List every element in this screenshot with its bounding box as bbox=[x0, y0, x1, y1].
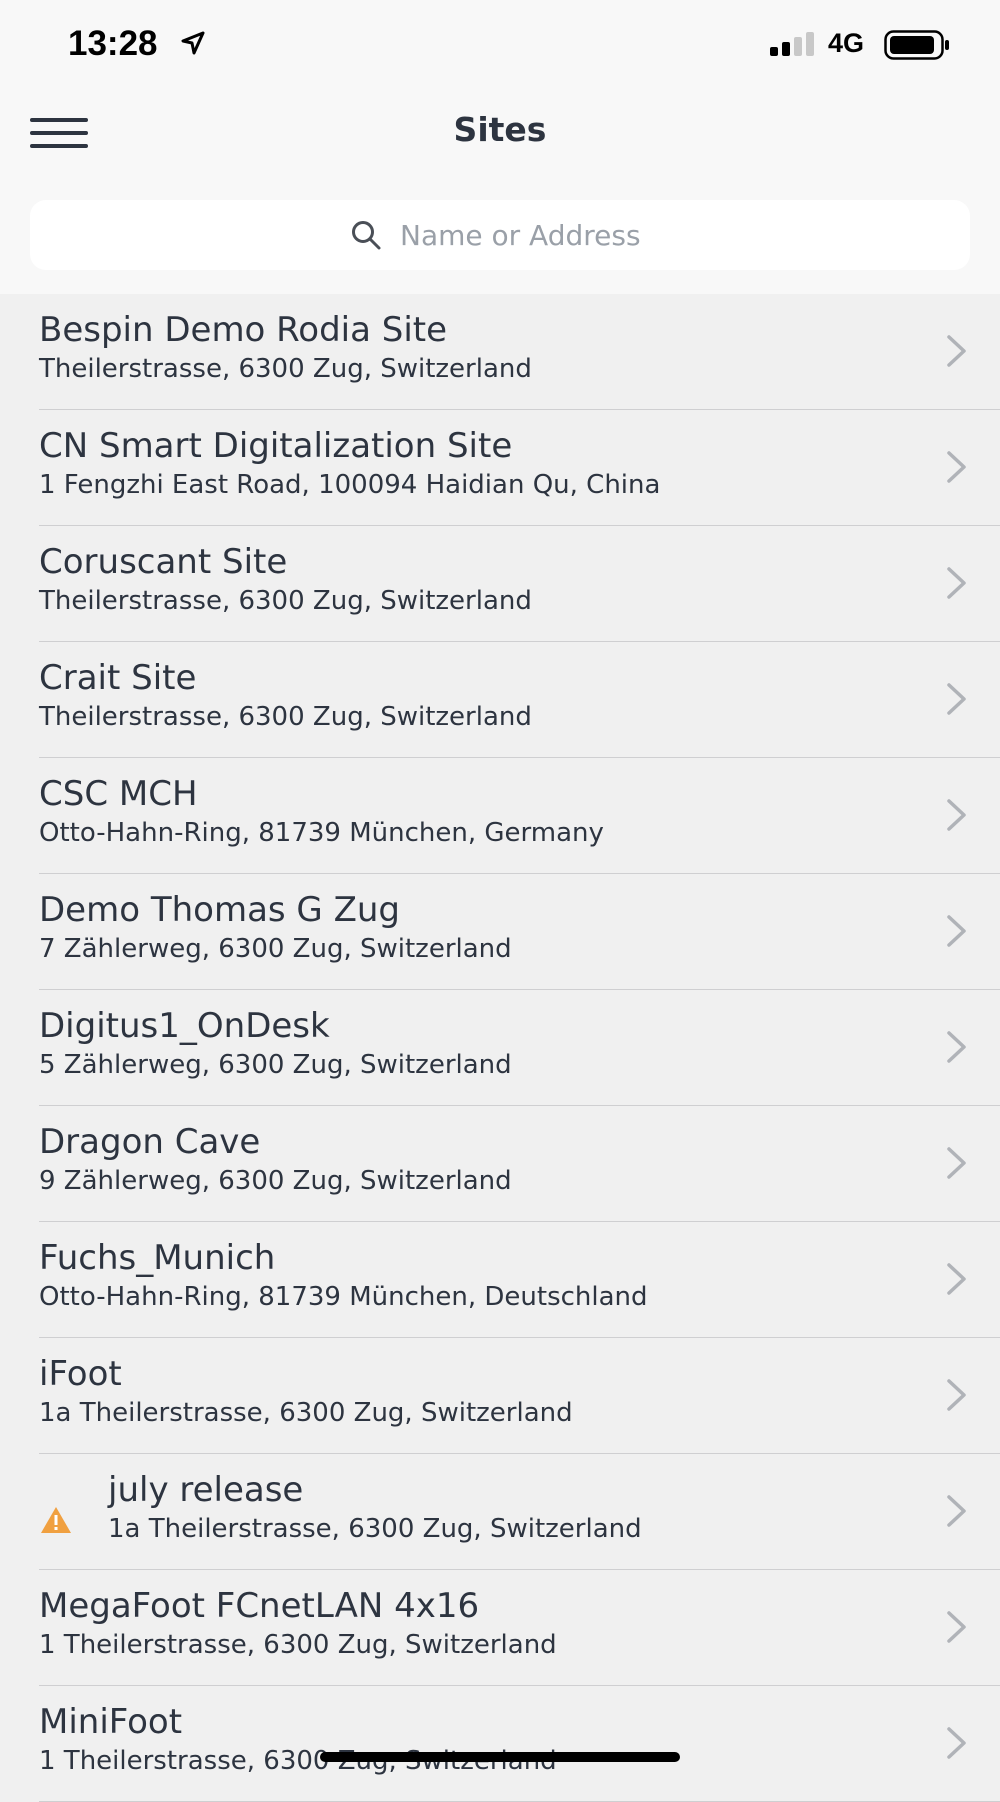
site-address: 1 Theilerstrasse, 6300 Zug, Switzerland bbox=[39, 1630, 557, 1660]
site-list-item[interactable]: MegaFoot FCnetLAN 4x16 1 Theilerstrasse, … bbox=[0, 1570, 1000, 1686]
status-bar: 13:28 4G bbox=[0, 0, 1000, 90]
site-address: 9 Zählerweg, 6300 Zug, Switzerland bbox=[39, 1166, 512, 1196]
site-address: Theilerstrasse, 6300 Zug, Switzerland bbox=[39, 586, 532, 616]
chevron-right-icon bbox=[946, 566, 968, 600]
search-area bbox=[0, 170, 1000, 294]
site-list-item[interactable]: Bespin Demo Rodia Site Theilerstrasse, 63… bbox=[0, 294, 1000, 410]
site-name: Coruscant Site bbox=[39, 542, 287, 582]
chevron-right-icon bbox=[946, 1262, 968, 1296]
site-name: MiniFoot bbox=[39, 1702, 182, 1742]
site-address: Otto-Hahn-Ring, 81739 München, Germany bbox=[39, 818, 604, 848]
site-address: 1a Theilerstrasse, 6300 Zug, Switzerland bbox=[39, 1398, 573, 1428]
nav-bar: Sites bbox=[0, 90, 1000, 170]
network-type: 4G bbox=[828, 28, 864, 59]
chevron-right-icon bbox=[946, 1494, 968, 1528]
home-indicator[interactable] bbox=[320, 1752, 680, 1762]
chevron-right-icon bbox=[946, 1378, 968, 1412]
site-list-item[interactable]: CSC MCH Otto-Hahn-Ring, 81739 München, Ge… bbox=[0, 758, 1000, 874]
chevron-right-icon bbox=[946, 798, 968, 832]
site-name: Crait Site bbox=[39, 658, 196, 698]
location-arrow-icon bbox=[180, 30, 206, 56]
site-list-item[interactable]: Crait Site Theilerstrasse, 6300 Zug, Swit… bbox=[0, 642, 1000, 758]
battery-icon bbox=[884, 30, 950, 60]
site-list-item[interactable]: Coruscant Site Theilerstrasse, 6300 Zug, … bbox=[0, 526, 1000, 642]
warning-icon bbox=[40, 1506, 72, 1534]
chevron-right-icon bbox=[946, 334, 968, 368]
site-list-item[interactable]: Dragon Cave 9 Zählerweg, 6300 Zug, Switze… bbox=[0, 1106, 1000, 1222]
chevron-right-icon bbox=[946, 682, 968, 716]
site-address: 5 Zählerweg, 6300 Zug, Switzerland bbox=[39, 1050, 512, 1080]
search-bar[interactable] bbox=[30, 200, 970, 270]
site-name: CN Smart Digitalization Site bbox=[39, 426, 512, 466]
status-time: 13:28 bbox=[68, 24, 158, 64]
sites-list: Bespin Demo Rodia Site Theilerstrasse, 63… bbox=[0, 294, 1000, 1802]
site-address: Theilerstrasse, 6300 Zug, Switzerland bbox=[39, 354, 532, 384]
site-name: iFoot bbox=[39, 1354, 122, 1394]
site-name: Dragon Cave bbox=[39, 1122, 260, 1162]
chevron-right-icon bbox=[946, 1030, 968, 1064]
search-icon bbox=[350, 219, 382, 251]
site-list-item[interactable]: Fuchs_Munich Otto-Hahn-Ring, 81739 Münche… bbox=[0, 1222, 1000, 1338]
site-name: MegaFoot FCnetLAN 4x16 bbox=[39, 1586, 479, 1626]
site-name: Bespin Demo Rodia Site bbox=[39, 310, 447, 350]
site-list-item[interactable]: MiniFoot1 Theilerstrasse, 6300 Zug, Swit… bbox=[0, 1686, 1000, 1802]
site-name: july release bbox=[108, 1470, 303, 1510]
chevron-right-icon bbox=[946, 1146, 968, 1180]
site-name: CSC MCH bbox=[39, 774, 198, 814]
chevron-right-icon bbox=[946, 1726, 968, 1760]
site-list-item[interactable]: CN Smart Digitalization Site 1 Fengzhi Ea… bbox=[0, 410, 1000, 526]
site-name: Digitus1_OnDesk bbox=[39, 1006, 330, 1046]
chevron-right-icon bbox=[946, 1610, 968, 1644]
site-name: Demo Thomas G Zug bbox=[39, 890, 400, 930]
site-address: 7 Zählerweg, 6300 Zug, Switzerland bbox=[39, 934, 512, 964]
page-title: Sites bbox=[0, 110, 1000, 149]
chevron-right-icon bbox=[946, 914, 968, 948]
site-name: Fuchs_Munich bbox=[39, 1238, 275, 1278]
search-input[interactable] bbox=[400, 219, 650, 252]
site-list-item[interactable]: Digitus1_OnDesk 5 Zählerweg, 6300 Zug, Sw… bbox=[0, 990, 1000, 1106]
site-list-item[interactable]: july release 1a Theilerstrasse, 6300 Zug,… bbox=[0, 1454, 1000, 1570]
chevron-right-icon bbox=[946, 450, 968, 484]
site-address: 1 Fengzhi East Road, 100094 Haidian Qu, … bbox=[39, 470, 660, 500]
site-list-item[interactable]: iFoot 1a Theilerstrasse, 6300 Zug, Switze… bbox=[0, 1338, 1000, 1454]
site-address: 1a Theilerstrasse, 6300 Zug, Switzerland bbox=[108, 1514, 642, 1544]
site-address: Theilerstrasse, 6300 Zug, Switzerland bbox=[39, 702, 532, 732]
site-list-item[interactable]: Demo Thomas G Zug 7 Zählerweg, 6300 Zug, … bbox=[0, 874, 1000, 990]
signal-icon bbox=[770, 32, 816, 56]
site-address: Otto-Hahn-Ring, 81739 München, Deutschla… bbox=[39, 1282, 648, 1312]
